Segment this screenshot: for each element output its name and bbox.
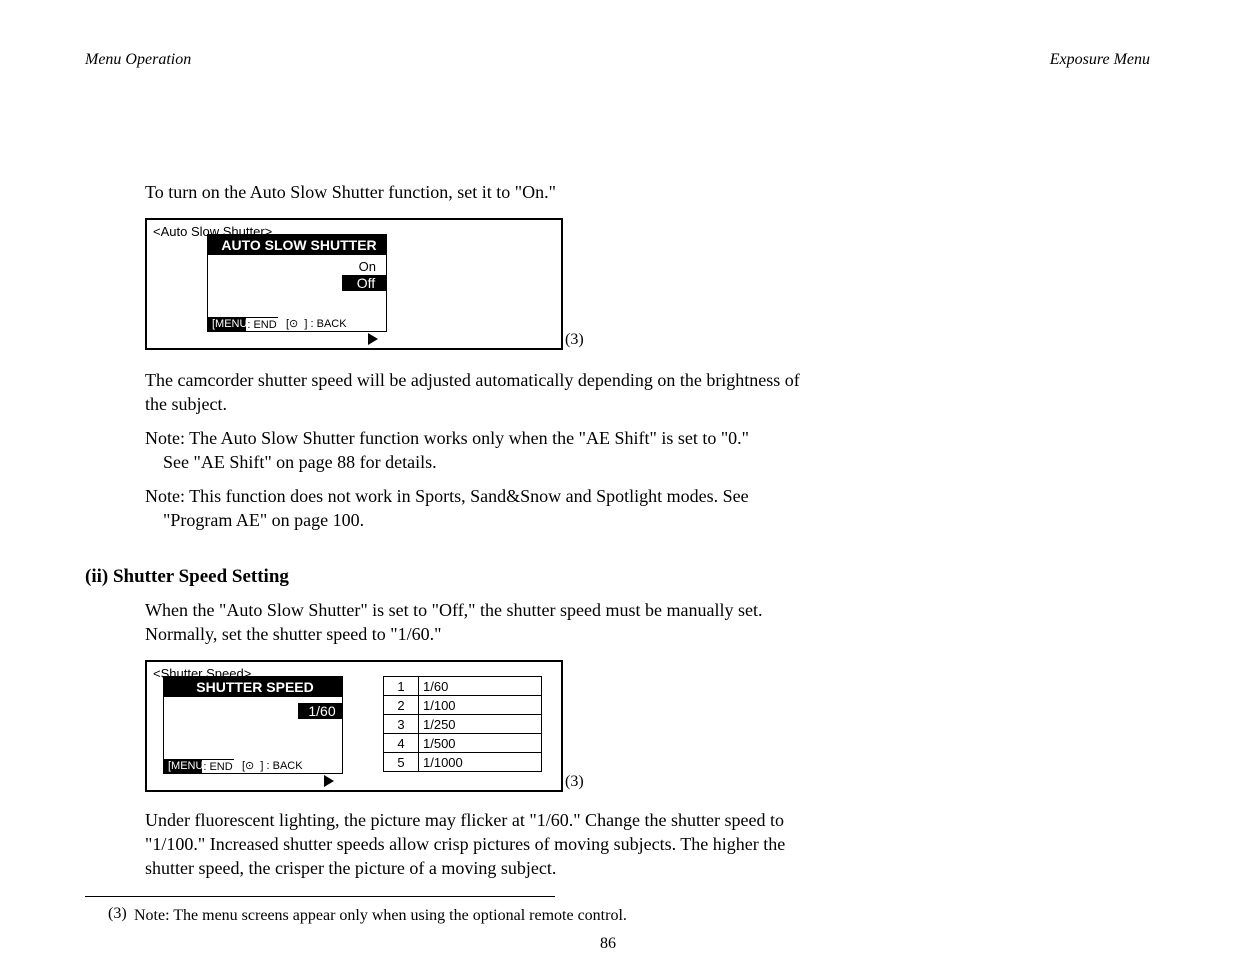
menu-off: Off	[342, 275, 386, 291]
table-row: 4 1/500	[384, 733, 541, 752]
page-number: 86	[600, 934, 616, 953]
table-cell: 1/500	[419, 734, 541, 752]
lower-intro-1: Normally, set the shutter speed to "1/60…	[145, 624, 441, 646]
upper-after-2: Note: The Auto Slow Shutter function wor…	[145, 428, 749, 450]
table-cell: 1/1000	[419, 753, 541, 771]
upper-after-1: the subject.	[145, 394, 227, 416]
screen-title: AUTO SLOW SHUTTER	[208, 235, 386, 255]
lower-intro-0: When the "Auto Slow Shutter" is set to "…	[145, 600, 762, 622]
table-cell: 1/60	[419, 677, 541, 695]
table-cell: 1/100	[419, 696, 541, 714]
figure-label-lower: (3)	[565, 772, 584, 791]
menu-on: On	[359, 259, 376, 274]
hint-end-2: : END	[202, 759, 234, 773]
lower-after-0: Under fluorescent lighting, the picture …	[145, 810, 784, 832]
hint-end: : END	[246, 317, 278, 331]
upper-after-0: The camcorder shutter speed will be adju…	[145, 370, 800, 392]
footnote-text: Note: The menu screens appear only when …	[134, 906, 627, 925]
lower-after-1: "1/100." Increased shutter speeds allow …	[145, 834, 785, 856]
menu-1-60: 1/60	[298, 703, 342, 719]
hint-menu-2: [MENU]	[164, 759, 202, 773]
table-cell: 5	[384, 753, 419, 771]
upper-after-4: Note: This function does not work in Spo…	[145, 486, 749, 508]
figure-label-upper: (3)	[565, 330, 584, 349]
breadcrumb-right: Exposure Menu	[1050, 50, 1150, 69]
table-row: 5 1/1000	[384, 752, 541, 771]
screen-auto-slow-shutter: AUTO SLOW SHUTTER On Off [MENU] : END [⊙…	[207, 234, 387, 332]
upper-after-3: See "AE Shift" on page 88 for details.	[145, 452, 437, 474]
table-row: 1 1/60	[384, 677, 541, 695]
table-cell: 4	[384, 734, 419, 752]
screen-shutter-speed: SHUTTER SPEED 1/60 [MENU] : END [⊙ ] : B…	[163, 676, 343, 774]
footnote-rule	[85, 896, 555, 897]
hint-back-2: [⊙ ] : BACK	[242, 759, 303, 772]
play-icon	[368, 333, 378, 345]
lower-after-2: shutter speed, the crisper the picture o…	[145, 858, 556, 880]
table-cell: 1/250	[419, 715, 541, 733]
table-cell: 1	[384, 677, 419, 695]
table-cell: 2	[384, 696, 419, 714]
table-row: 3 1/250	[384, 714, 541, 733]
table-cell: 3	[384, 715, 419, 733]
upper-paragraph: To turn on the Auto Slow Shutter functio…	[145, 182, 556, 204]
heading-shutter-speed: (ii) Shutter Speed Setting	[85, 566, 289, 589]
hint-back: [⊙ ] : BACK	[286, 317, 347, 330]
breadcrumb-left: Menu Operation	[85, 50, 191, 69]
footnote-marker: (3)	[108, 904, 127, 923]
figure-shutter-speed: <Shutter Speed> SHUTTER SPEED 1/60 [MENU…	[145, 660, 563, 792]
table-row: 2 1/100	[384, 695, 541, 714]
shutter-speed-table: 1 1/60 2 1/100 3 1/250 4 1/500 5 1/1000	[383, 676, 542, 772]
screen-title-2: SHUTTER SPEED	[164, 677, 342, 697]
hint-menu: [MENU]	[208, 317, 246, 331]
figure-auto-slow-shutter: <Auto Slow Shutter> AUTO SLOW SHUTTER On…	[145, 218, 563, 350]
upper-after-5: "Program AE" on page 100.	[145, 510, 364, 532]
play-icon-2	[324, 775, 334, 787]
